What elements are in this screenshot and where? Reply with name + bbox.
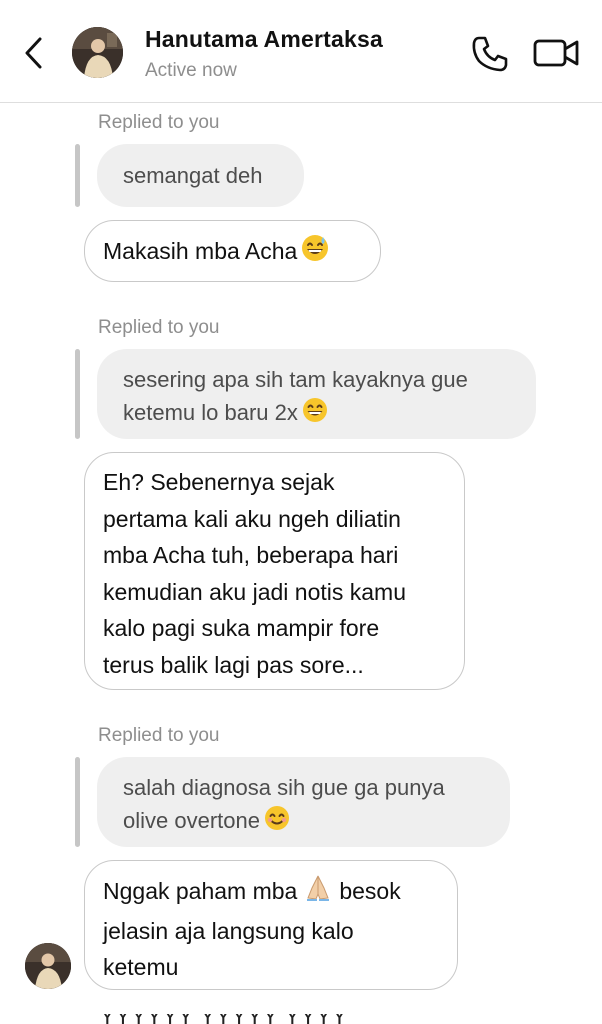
back-chevron-icon[interactable] [22, 36, 46, 70]
message-text-line: ketemu [103, 954, 179, 980]
replied-to-you-label: Replied to you [98, 725, 220, 746]
contact-name[interactable]: Hanutama Amertaksa [145, 26, 383, 53]
chat-header: Hanutama Amertaksa Active now [0, 0, 602, 103]
message-text-line: Nggak paham mba besok [103, 872, 439, 913]
message-text-line: pertama kali aku ngeh diliatin [103, 505, 401, 532]
sender-avatar[interactable] [25, 943, 71, 989]
message-text: Makasih mba Acha [103, 238, 298, 264]
sent-message-bubble[interactable]: Makasih mba Acha [84, 220, 381, 282]
grinning-sweat-emoji-icon [301, 234, 329, 273]
reply-indicator-bar [75, 144, 80, 207]
quoted-message[interactable]: salah diagnosa sih gue ga punya olive ov… [97, 757, 510, 847]
quoted-text-line: olive overtone [123, 804, 484, 840]
message-text-line: terus balik lagi pas sore... [103, 651, 364, 678]
quoted-text-line: salah diagnosa sih gue ga punya [123, 775, 445, 800]
message-text-line: mba Acha tuh, beberapa hari [103, 542, 399, 568]
quoted-message[interactable]: semangat deh [97, 144, 304, 207]
message-text-line: kemudian aku jadi notis kamu [103, 578, 406, 605]
folded-hands-emoji-icon [303, 872, 333, 913]
quoted-text-line: sesering apa sih tam kayaknya gue [123, 367, 468, 392]
sent-message-bubble[interactable]: Nggak paham mba besok jelasin aja langsun… [84, 860, 458, 990]
partially-visible-message: YYYYYY YYYYY YYYY [100, 1014, 440, 1024]
message-text-line: jelasin aja langsung kalo [103, 917, 354, 944]
sent-message-bubble[interactable]: Eh? Sebenernya sejak pertama kali aku ng… [84, 452, 465, 690]
quoted-text-line: ketemu lo baru 2x [123, 396, 510, 432]
reply-indicator-bar [75, 349, 80, 439]
quoted-message[interactable]: sesering apa sih tam kayaknya gue ketemu… [97, 349, 536, 439]
video-camera-icon[interactable] [532, 36, 580, 70]
grinning-emoji-icon [302, 397, 328, 432]
reply-indicator-bar [75, 757, 80, 847]
message-text-line: kalo pagi suka mampir fore [103, 615, 380, 641]
smiling-blush-emoji-icon [264, 805, 290, 840]
phone-icon[interactable] [470, 34, 510, 74]
replied-to-you-label: Replied to you [98, 112, 220, 133]
message-text-line: Eh? Sebenernya sejak [103, 469, 335, 495]
contact-avatar[interactable] [72, 27, 123, 78]
replied-to-you-label: Replied to you [98, 317, 220, 338]
quoted-text: semangat deh [123, 163, 263, 188]
active-status: Active now [145, 60, 237, 81]
